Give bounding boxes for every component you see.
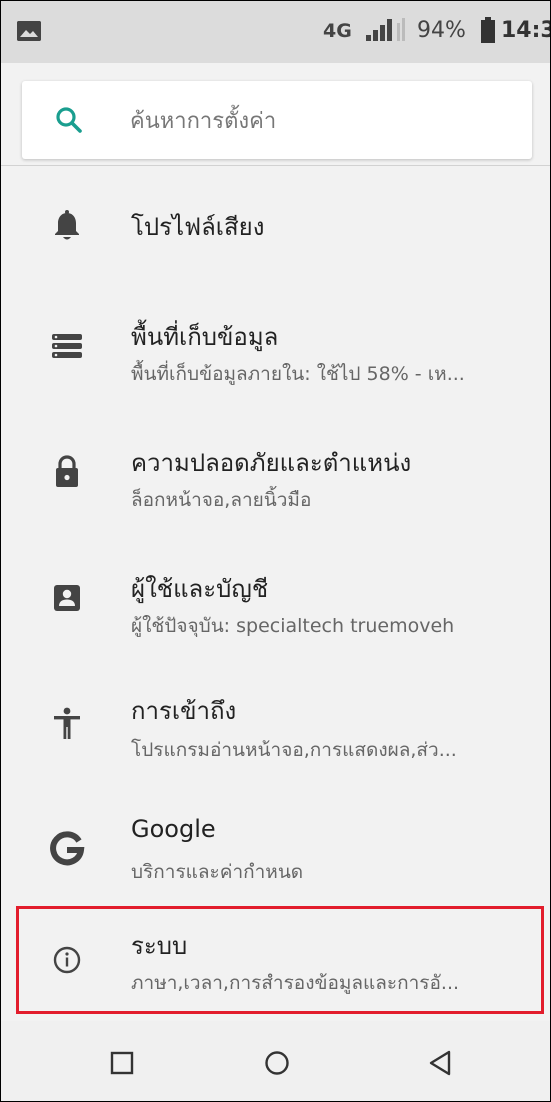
settings-item-title: ความปลอดภัยและตำแหน่ง xyxy=(131,449,412,477)
accessibility-icon xyxy=(48,705,86,743)
search-icon xyxy=(54,105,84,135)
settings-screen: 4G 94% 14:37 xyxy=(0,0,551,1102)
overview-icon[interactable] xyxy=(102,1043,142,1083)
status-bar: 4G 94% 14:37 xyxy=(1,1,550,63)
search-bar[interactable]: ค้นหาการตั้งค่า xyxy=(22,81,532,159)
settings-item-title: Google xyxy=(131,815,216,843)
settings-item-accessibility[interactable]: การเข้าถึง โปรแกรมอ่านหน้าจอ,การแสดงผล,ส… xyxy=(1,669,550,795)
settings-item-title: พื้นที่เก็บข้อมูล xyxy=(131,323,279,351)
settings-item-subtitle: ล็อกหน้าจอ,ลายนิ้วมือ xyxy=(131,489,312,511)
settings-item-subtitle: พื้นที่เก็บข้อมูลภายใน: ใช้ไป 58% - เห..… xyxy=(131,363,465,385)
settings-item-subtitle: โปรแกรมอ่านหน้าจอ,การแสดงผล,ส่ว... xyxy=(131,739,457,761)
settings-item-title: โปรไฟล์เสียง xyxy=(131,213,265,241)
battery-icon xyxy=(481,17,495,43)
bell-icon xyxy=(48,207,86,245)
back-icon[interactable] xyxy=(420,1043,460,1083)
highlight-box xyxy=(16,906,544,1014)
settings-item-title: การเข้าถึง xyxy=(131,697,237,725)
settings-item-subtitle: บริการและค่ากำหนด xyxy=(131,861,304,883)
settings-item-google[interactable]: Google บริการและค่ากำหนด xyxy=(1,795,550,921)
settings-item-storage[interactable]: พื้นที่เก็บข้อมูล พื้นที่เก็บข้อมูลภายใน… xyxy=(1,291,550,417)
clock: 14:37 xyxy=(501,18,550,43)
storage-icon xyxy=(48,327,86,365)
navigation-bar xyxy=(1,1021,550,1101)
network-type: 4G xyxy=(323,20,352,42)
settings-item-sound-profile[interactable]: โปรไฟล์เสียง xyxy=(1,165,550,291)
settings-item-users-accounts[interactable]: ผู้ใช้และบัญชี ผู้ใช้ปัจจุบัน: specialte… xyxy=(1,543,550,669)
settings-item-subtitle: ผู้ใช้ปัจจุบัน: specialtech truemoveh xyxy=(131,615,455,637)
battery-percent: 94% xyxy=(417,18,466,43)
search-placeholder: ค้นหาการตั้งค่า xyxy=(130,109,277,134)
home-icon[interactable] xyxy=(257,1043,297,1083)
signal-icon xyxy=(366,17,410,43)
image-notification-icon xyxy=(17,21,41,41)
settings-item-security[interactable]: ความปลอดภัยและตำแหน่ง ล็อกหน้าจอ,ลายนิ้ว… xyxy=(1,417,550,543)
google-icon xyxy=(48,831,86,869)
account-icon xyxy=(48,579,86,617)
settings-item-title: ผู้ใช้และบัญชี xyxy=(131,575,269,603)
lock-icon xyxy=(48,453,86,491)
